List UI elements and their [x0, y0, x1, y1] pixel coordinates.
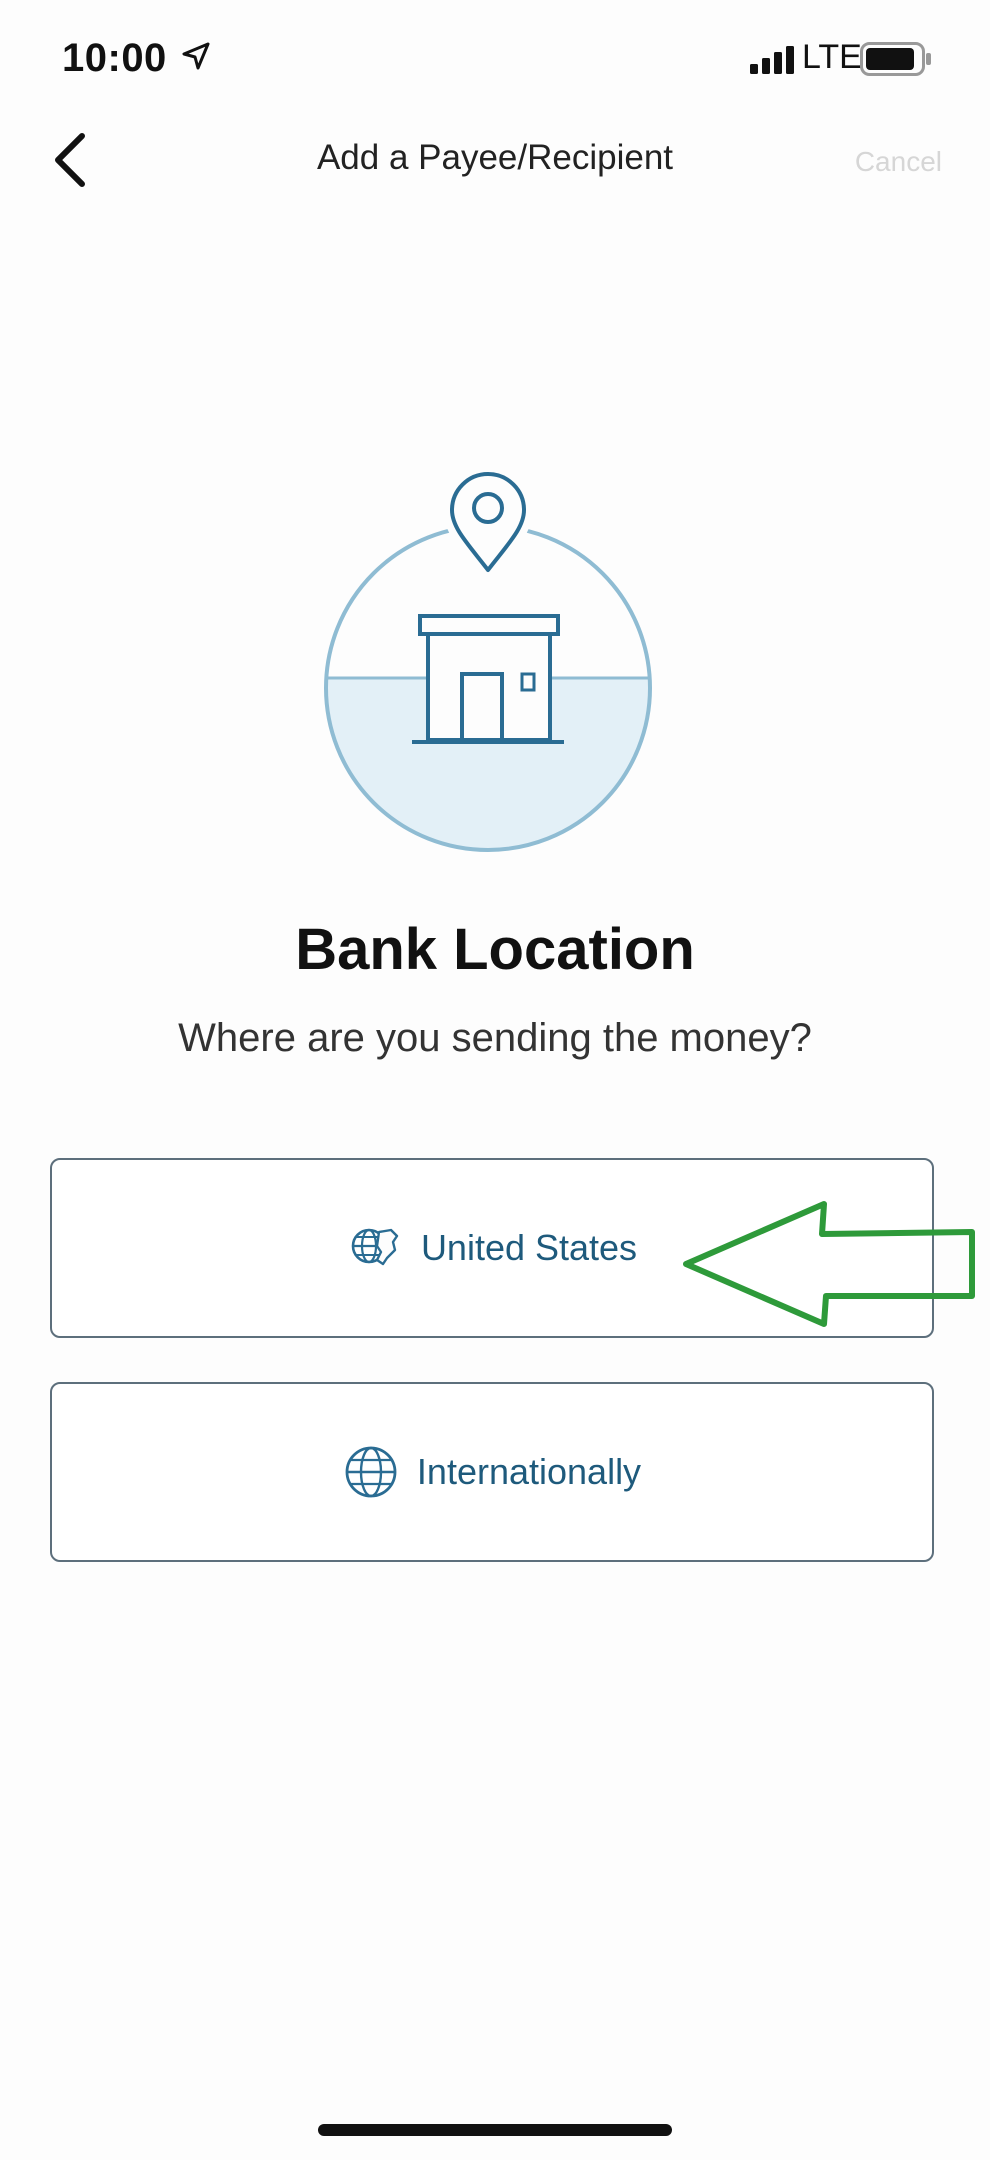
status-bar: 10:00 LTE — [0, 30, 990, 90]
nav-bar: Add a Payee/Recipient Cancel — [0, 110, 990, 210]
battery-icon — [860, 42, 931, 76]
united-states-label: United States — [420, 1227, 638, 1268]
section-heading: Bank Location — [295, 917, 695, 982]
internationally-option[interactable]: Internationally — [50, 1382, 934, 1562]
signal-icon — [750, 46, 794, 74]
page-title: Add a Payee/Recipient — [316, 138, 674, 177]
home-indicator[interactable] — [318, 2124, 672, 2136]
annotation-arrow — [683, 1201, 975, 1327]
network-label: LTE — [802, 38, 862, 76]
location-arrow-icon — [182, 42, 210, 70]
status-time: 10:00 — [62, 36, 167, 80]
us-globe-icon — [351, 1228, 399, 1266]
bank-location-illustration — [324, 468, 652, 852]
internationally-label: Internationally — [416, 1451, 642, 1492]
screen: 10:00 LTE Add a Payee/Recipient Cancel B… — [0, 0, 990, 2160]
section-subheading: Where are you sending the money? — [178, 1016, 812, 1060]
globe-icon — [345, 1446, 397, 1498]
cancel-button[interactable]: Cancel — [855, 146, 942, 178]
